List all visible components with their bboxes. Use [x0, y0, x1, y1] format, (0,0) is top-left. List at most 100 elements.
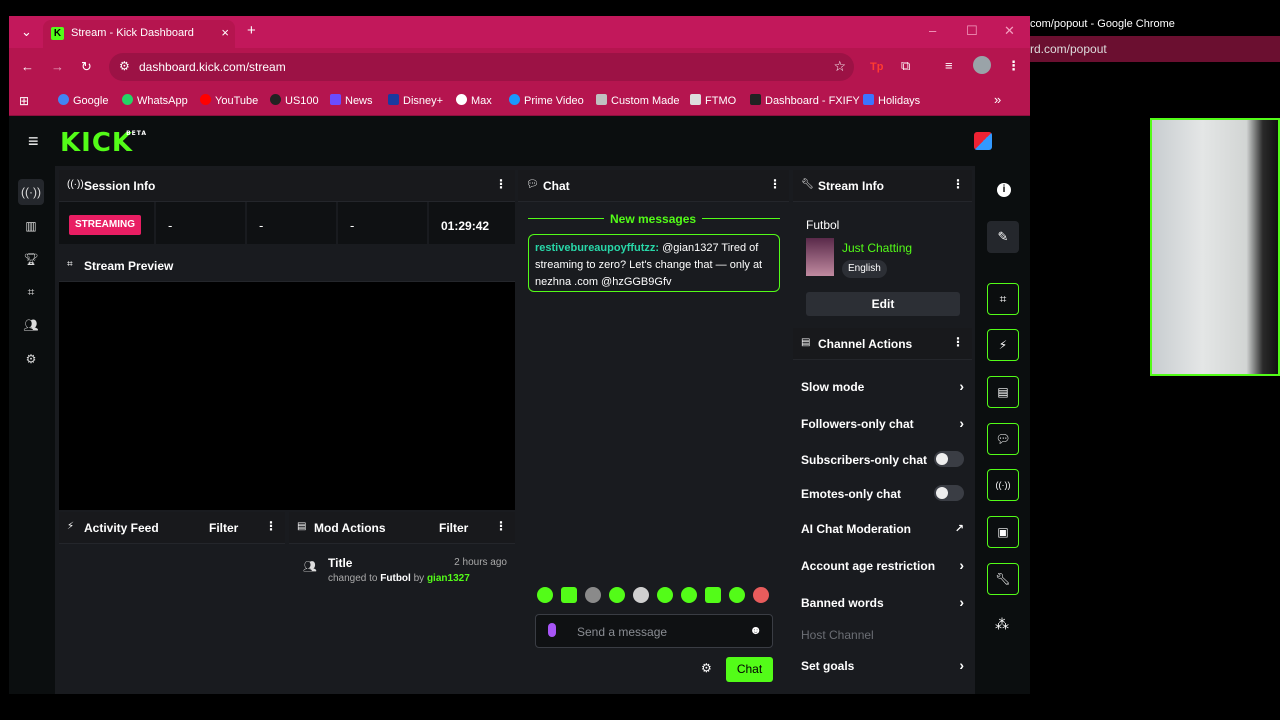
extensions-icon[interactable]: ⧉	[901, 58, 910, 74]
site-info-icon[interactable]: ⚙	[119, 59, 130, 73]
apps-grid-icon[interactable]: ⊞	[19, 93, 29, 109]
settings-gear-icon[interactable]: ⚙	[18, 346, 44, 372]
hamburger-menu-icon[interactable]: ≡	[28, 131, 39, 152]
extension-tp-icon[interactable]: Tp	[870, 59, 883, 75]
bookmark-holidays[interactable]: Holidays	[863, 94, 920, 107]
edit-pencil-icon[interactable]: ✎	[987, 221, 1019, 253]
microphone-icon[interactable]	[548, 623, 556, 637]
emoji-icon[interactable]: ☻	[749, 623, 762, 637]
bookmark-disney[interactable]: Disney+	[388, 94, 443, 107]
chat-action-icon[interactable]: 💬︎	[987, 423, 1019, 455]
bookmark-youtube[interactable]: YouTube	[200, 94, 258, 107]
activity-feed-header: ⚡︎ Activity Feed Filter ⋮	[59, 512, 285, 544]
bookmark-us100[interactable]: US100	[270, 94, 319, 107]
forward-icon[interactable]: →	[51, 59, 64, 75]
chat-message-username[interactable]: restivebureaupoyffutzz:	[535, 242, 659, 254]
new-tab-icon[interactable]: +	[247, 23, 256, 39]
action-followers-only[interactable]: Followers-only chat ›	[793, 415, 972, 437]
emotes-only-toggle[interactable]	[934, 485, 964, 501]
bookmark-whatsapp[interactable]: WhatsApp	[122, 94, 188, 107]
chat-menu-icon[interactable]: ⋮	[769, 177, 781, 191]
emote-icon[interactable]	[705, 587, 721, 603]
community-icon[interactable]: 👥︎	[18, 312, 44, 338]
session-info-menu-icon[interactable]: ⋮	[495, 177, 507, 191]
focus-icon[interactable]: ⌗	[18, 279, 44, 305]
emote-icon[interactable]	[585, 587, 601, 603]
bookmark-fxify[interactable]: Dashboard - FXIFY	[750, 94, 860, 107]
close-window-icon[interactable]: ✕	[1004, 23, 1015, 39]
tab-search-icon[interactable]: ⌄	[21, 24, 32, 40]
bookmark-google[interactable]: Google	[58, 94, 108, 107]
bookmark-custom-made[interactable]: Custom Made	[596, 94, 679, 107]
minimize-icon[interactable]: –	[929, 23, 936, 39]
browser-window: ⌄ K Stream - Kick Dashboard × + – ☐ ✕ ← …	[9, 16, 1030, 694]
emote-icon[interactable]	[561, 587, 577, 603]
back-icon[interactable]: ←	[21, 59, 34, 75]
chat-input[interactable]: Send a message ☻	[535, 614, 773, 648]
emote-icon[interactable]	[633, 587, 649, 603]
edit-stream-info-button[interactable]: Edit	[806, 292, 960, 316]
chat-send-button[interactable]: Chat	[726, 657, 773, 682]
stat-value-2: -	[259, 218, 264, 233]
maximize-icon[interactable]: ☐	[966, 23, 978, 39]
popout-address-bar[interactable]: rd.com/popout	[1030, 36, 1280, 62]
max-icon	[456, 94, 467, 105]
mod-actions-menu-icon[interactable]: ⋮	[495, 519, 507, 533]
mod-action-user-link[interactable]: gian1327	[427, 573, 470, 584]
chrome-menu-icon[interactable]: ⋮	[1007, 58, 1020, 74]
emote-icon[interactable]	[681, 587, 697, 603]
media-controls-icon[interactable]: ≡	[945, 58, 953, 74]
diamond-icon	[596, 94, 607, 105]
analytics-icon[interactable]: ▥	[18, 213, 44, 239]
tab-title: Stream - Kick Dashboard	[71, 27, 194, 39]
stream-broadcast-icon[interactable]: ((·))	[18, 179, 44, 205]
close-tab-icon[interactable]: ×	[221, 25, 229, 40]
url-input[interactable]: ⚙ dashboard.kick.com/stream ☆	[109, 53, 854, 81]
activity-feed-menu-icon[interactable]: ⋮	[265, 519, 277, 533]
bookmark-prime-video[interactable]: Prime Video	[509, 94, 584, 107]
lightning-action-icon[interactable]: ⚡︎	[987, 329, 1019, 361]
action-set-goals[interactable]: Set goals ›	[793, 657, 972, 679]
focus-mode-icon[interactable]: ⌗	[987, 283, 1019, 315]
bookmark-ftmo[interactable]: FTMO	[690, 94, 736, 107]
trophy-icon[interactable]: 🏆︎	[18, 246, 44, 272]
emote-icon[interactable]	[609, 587, 625, 603]
emote-icon[interactable]	[729, 587, 745, 603]
action-slow-mode[interactable]: Slow mode ›	[793, 378, 972, 400]
subscribers-only-toggle[interactable]	[934, 451, 964, 467]
action-ai-moderation[interactable]: AI Chat Moderation ↗	[793, 522, 972, 542]
popout-window-titlebar: com/popout - Google Chrome	[1030, 16, 1280, 34]
browser-tab[interactable]: K Stream - Kick Dashboard ×	[43, 20, 235, 48]
action-banned-words[interactable]: Banned words ›	[793, 594, 972, 616]
emote-icon[interactable]	[657, 587, 673, 603]
info-icon[interactable]: i	[997, 183, 1011, 197]
activity-feed-filter-button[interactable]: Filter	[209, 521, 238, 535]
mod-actions-filter-button[interactable]: Filter	[439, 521, 468, 535]
stream-info-menu-icon[interactable]: ⋮	[952, 177, 964, 191]
emote-icon[interactable]	[753, 587, 769, 603]
profile-avatar[interactable]	[973, 56, 991, 74]
notes-icon[interactable]: ▤	[987, 376, 1019, 408]
bookmark-max[interactable]: Max	[456, 94, 492, 107]
stream-info-panel: 🔧︎ Stream Info ⋮ Futbol Just Chatting En…	[793, 170, 972, 326]
emote-icon[interactable]	[537, 587, 553, 603]
kick-logo[interactable]: KICK BETA	[60, 128, 146, 158]
user-avatar[interactable]	[974, 132, 992, 150]
video-action-icon[interactable]: ▣	[987, 516, 1019, 548]
channel-actions-header: ▤ Channel Actions ⋮	[793, 328, 972, 360]
share-icon[interactable]: ⁂	[995, 616, 1009, 633]
chat-settings-gear-icon[interactable]: ⚙	[701, 661, 712, 675]
channel-actions-menu-icon[interactable]: ⋮	[952, 335, 964, 349]
chat-message[interactable]: restivebureaupoyffutzz: @gian1327 Tired …	[528, 234, 780, 292]
language-tag: English	[842, 260, 887, 278]
bookmark-news[interactable]: News	[330, 94, 373, 107]
stat-value-1: -	[168, 218, 173, 233]
bookmark-star-icon[interactable]: ☆	[833, 58, 846, 75]
more-bookmarks-icon[interactable]: »	[994, 92, 1001, 107]
wrench-action-icon[interactable]: 🔧︎	[987, 563, 1019, 595]
category-link[interactable]: Just Chatting	[842, 241, 912, 255]
action-account-age[interactable]: Account age restriction ›	[793, 557, 972, 579]
broadcast-action-icon[interactable]: ((·))	[987, 469, 1019, 501]
prime-video-icon	[509, 94, 520, 105]
reload-icon[interactable]: ↻	[81, 59, 92, 75]
